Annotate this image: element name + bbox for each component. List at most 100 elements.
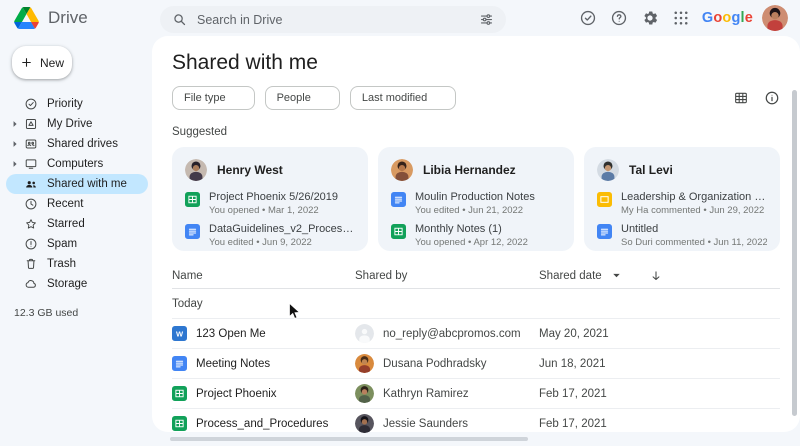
more-options-button[interactable]	[755, 356, 771, 372]
computers-icon	[24, 157, 38, 171]
expand-caret-icon	[9, 220, 21, 229]
sort-direction-arrow-icon[interactable]	[649, 269, 663, 283]
suggested-file-item[interactable]: Untitled So Duri commented • Jun 11, 202…	[597, 223, 767, 248]
sharer-avatar	[355, 324, 374, 343]
group-label-today: Today	[172, 289, 780, 318]
shared-date: Jun 18, 2021	[539, 358, 746, 370]
new-button[interactable]: New	[12, 46, 72, 79]
expand-caret-icon[interactable]	[9, 140, 21, 149]
table-row-meeting-notes[interactable]: Meeting Notes Dusana Podhradsky Jun 18, …	[172, 348, 780, 378]
cloud-icon	[24, 277, 38, 291]
filter-chip-people[interactable]: People	[265, 86, 340, 110]
docs-file-icon	[391, 192, 406, 207]
expand-caret-icon[interactable]	[9, 160, 21, 169]
suggested-file-item[interactable]: Project Phoenix 5/26/2019 You opened • M…	[185, 191, 355, 216]
filter-toolbar: File type People Last modified	[172, 85, 780, 111]
sidebar-item-trash[interactable]: Trash	[6, 254, 148, 274]
suggested-file-item[interactable]: Leadership & Organization Updates My Ha …	[597, 191, 767, 216]
file-name: Process_and_Procedures	[196, 418, 328, 430]
column-header-shared-by[interactable]: Shared by	[355, 270, 539, 282]
more-options-button[interactable]	[755, 386, 771, 402]
user-avatar[interactable]	[762, 5, 788, 31]
shared-date: May 20, 2021	[539, 328, 746, 340]
spam-icon	[24, 237, 38, 251]
expand-caret-icon	[9, 260, 21, 269]
person-name: Tal Levi	[629, 163, 673, 177]
file-name: Meeting Notes	[196, 358, 270, 370]
star-icon	[24, 217, 38, 231]
suggested-label: Suggested	[172, 126, 780, 138]
suggested-file-item[interactable]: Moulin Production Notes You edited • Jun…	[391, 191, 561, 216]
grid-view-button[interactable]	[733, 90, 749, 106]
sidebar-item-storage[interactable]: Storage	[6, 274, 148, 294]
chevron-down-icon	[320, 94, 328, 102]
sharer-avatar	[355, 354, 374, 373]
sidebar-item-label: Computers	[47, 158, 103, 170]
suggested-file-item[interactable]: Monthly Notes (1) You opened • Apr 12, 2…	[391, 223, 561, 248]
shared-date: Feb 17, 2021	[539, 388, 746, 400]
filter-chip-last-modified[interactable]: Last modified	[350, 86, 456, 110]
more-options-button[interactable]	[755, 416, 771, 432]
sidebar-item-label: Spam	[47, 238, 77, 250]
storage-used-label: 12.3 GB used	[14, 307, 152, 319]
sidebar-item-label: Shared drives	[47, 138, 118, 150]
settings-gear-icon[interactable]	[641, 9, 659, 27]
recent-icon	[24, 197, 38, 211]
column-header-name[interactable]: Name	[172, 270, 355, 282]
expand-caret-icon[interactable]	[9, 120, 21, 129]
mydrive-icon	[24, 117, 38, 131]
search-input[interactable]	[197, 13, 469, 27]
main-panel: Shared with me File type People Last mod…	[152, 36, 800, 432]
horizontal-scrollbar[interactable]	[170, 437, 528, 441]
file-activity-meta: You opened • Apr 12, 2022	[415, 237, 528, 248]
sidebar-item-computers[interactable]: Computers	[6, 154, 148, 174]
expand-caret-icon	[9, 100, 21, 109]
table-row-project-phoenix[interactable]: Project Phoenix Kathryn Ramirez Feb 17, …	[172, 378, 780, 408]
sidebar-item-starred[interactable]: Starred	[6, 214, 148, 234]
table-row-process-and-procedures[interactable]: Process_and_Procedures Jessie Saunders F…	[172, 408, 780, 438]
table-row-123-open-me[interactable]: W 123 Open Me no_reply@abcpromos.com May…	[172, 318, 780, 348]
slides-file-icon	[597, 192, 612, 207]
suggested-cards: Henry West Project Phoenix 5/26/2019 You…	[172, 147, 780, 251]
column-header-shared-date[interactable]: Shared date	[539, 270, 602, 282]
person-avatar	[597, 159, 619, 181]
file-activity-meta: You edited • Jun 9, 2022	[209, 237, 355, 248]
sharer-name: Jessie Saunders	[383, 418, 468, 430]
search-options-tune-icon[interactable]	[479, 12, 494, 27]
shared-people-icon	[286, 387, 299, 400]
suggested-card-henry-west: Henry West Project Phoenix 5/26/2019 You…	[172, 147, 368, 251]
search-bar[interactable]	[160, 6, 506, 33]
sidebar-item-my-drive[interactable]: My Drive	[6, 114, 148, 134]
more-options-button[interactable]	[755, 326, 771, 342]
table-header: Name Shared by Shared date	[172, 263, 780, 289]
drive-logo-icon	[14, 7, 39, 29]
sidebar-item-shared-drives[interactable]: Shared drives	[6, 134, 148, 154]
shared-date-dropdown-caret-icon[interactable]	[612, 271, 621, 280]
vertical-scrollbar[interactable]	[792, 90, 797, 416]
sidebar-item-recent[interactable]: Recent	[6, 194, 148, 214]
sidebar-item-label: Starred	[47, 218, 85, 230]
sidebar-item-shared-with-me[interactable]: Shared with me	[6, 174, 148, 194]
sidebar-item-label: My Drive	[47, 118, 92, 130]
topbar-actions: Google	[566, 5, 788, 31]
person-name: Henry West	[217, 163, 283, 177]
filter-chip-file-type[interactable]: File type	[172, 86, 255, 110]
word-file-icon: W	[172, 326, 187, 341]
file-name: Untitled	[621, 223, 767, 235]
drive-brand[interactable]: Drive	[14, 7, 88, 29]
file-name: Project Phoenix	[196, 388, 277, 400]
info-button[interactable]	[764, 90, 780, 106]
help-icon[interactable]	[610, 9, 628, 27]
shareddrives-icon	[24, 137, 38, 151]
offline-status-icon[interactable]	[579, 9, 597, 27]
google-apps-grid-icon[interactable]	[672, 9, 690, 27]
google-logo: Google	[702, 10, 753, 26]
file-name: 123 Open Me	[196, 328, 266, 340]
suggested-card-tal-levi: Tal Levi Leadership & Organization Updat…	[584, 147, 780, 251]
sidebar-item-priority[interactable]: Priority	[6, 94, 148, 114]
expand-caret-icon	[9, 200, 21, 209]
page-title: Shared with me	[172, 51, 780, 75]
sharedwithme-icon	[24, 177, 38, 191]
sidebar-item-spam[interactable]: Spam	[6, 234, 148, 254]
suggested-file-item[interactable]: DataGuidelines_v2_Process_and_Pr… You ed…	[185, 223, 355, 248]
